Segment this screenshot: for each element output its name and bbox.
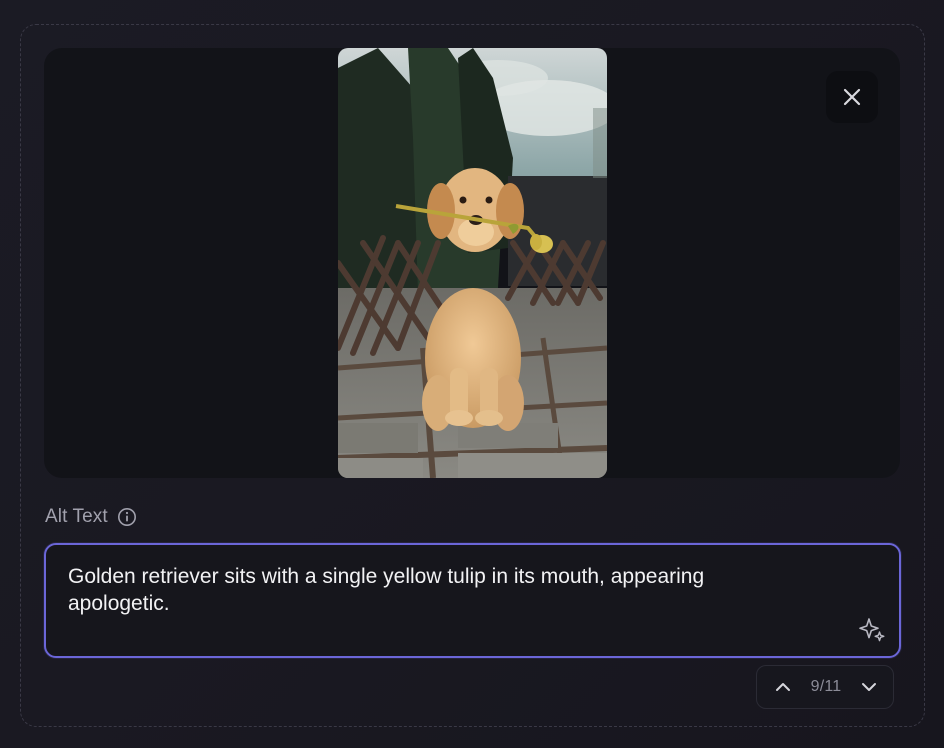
next-image-button[interactable] (857, 675, 881, 699)
close-button[interactable] (826, 71, 878, 123)
info-icon[interactable] (117, 507, 137, 527)
alt-text-label: Alt Text (45, 506, 108, 527)
sparkle-icon (859, 618, 885, 642)
chevron-down-icon (861, 683, 876, 691)
alt-text-label-row: Alt Text (45, 505, 137, 529)
image-preview (44, 48, 900, 478)
previous-image-button[interactable] (771, 675, 795, 699)
generate-alt-text-button[interactable] (856, 614, 888, 646)
image-count: 9/11 (810, 678, 842, 695)
chevron-up-icon (776, 683, 790, 691)
preview-image (338, 48, 607, 478)
image-pager: 9/11 (756, 665, 894, 709)
close-icon (843, 88, 861, 106)
alt-text-input[interactable]: Golden retriever sits with a single yell… (44, 543, 901, 658)
